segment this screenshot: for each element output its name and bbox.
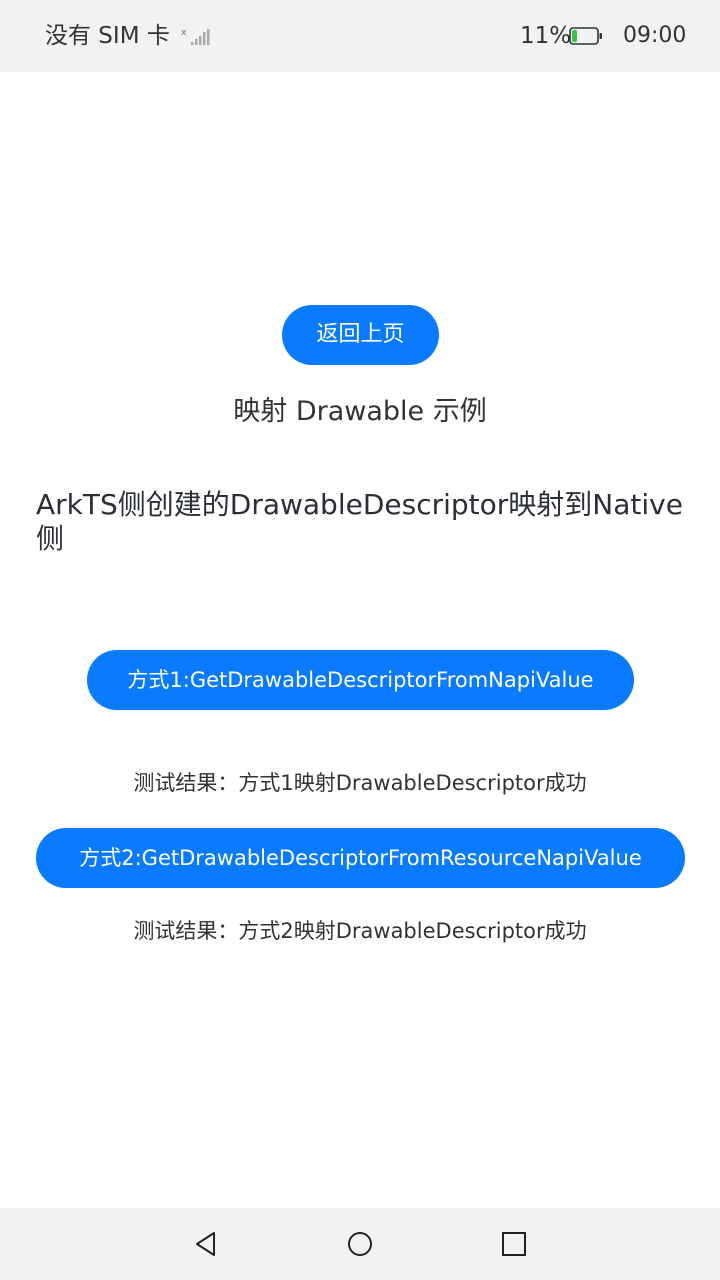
square-recent-icon[interactable] bbox=[500, 1230, 528, 1258]
triangle-back-icon[interactable] bbox=[192, 1230, 220, 1258]
status-bar: 没有 SIM 卡 x 11% 09:00 bbox=[0, 0, 720, 72]
battery-low-icon bbox=[569, 27, 602, 45]
page-title: 映射 Drawable 示例 bbox=[233, 396, 487, 427]
section-heading: ArkTS侧创建的DrawableDescriptor映射到Native侧 bbox=[36, 488, 683, 555]
navigation-bar bbox=[0, 1208, 720, 1280]
svg-text:x: x bbox=[181, 28, 187, 38]
back-button[interactable]: 返回上页 bbox=[282, 305, 439, 365]
battery-percent: 11% bbox=[520, 23, 572, 49]
circle-home-icon[interactable] bbox=[346, 1230, 374, 1258]
method1-result-text: 测试结果：方式1映射DrawableDescriptor成功 bbox=[133, 771, 587, 795]
method1-button[interactable]: 方式1:GetDrawableDescriptorFromNapiValue bbox=[87, 650, 634, 710]
carrier-label: 没有 SIM 卡 bbox=[45, 23, 170, 49]
no-signal-icon: x bbox=[181, 28, 210, 45]
clock: 09:00 bbox=[623, 23, 687, 48]
method2-button[interactable]: 方式2:GetDrawableDescriptorFromResourceNap… bbox=[36, 828, 685, 888]
main-content: 返回上页 映射 Drawable 示例 ArkTS侧创建的DrawableDes… bbox=[0, 72, 720, 1208]
method2-result-text: 测试结果：方式2映射DrawableDescriptor成功 bbox=[133, 919, 587, 943]
